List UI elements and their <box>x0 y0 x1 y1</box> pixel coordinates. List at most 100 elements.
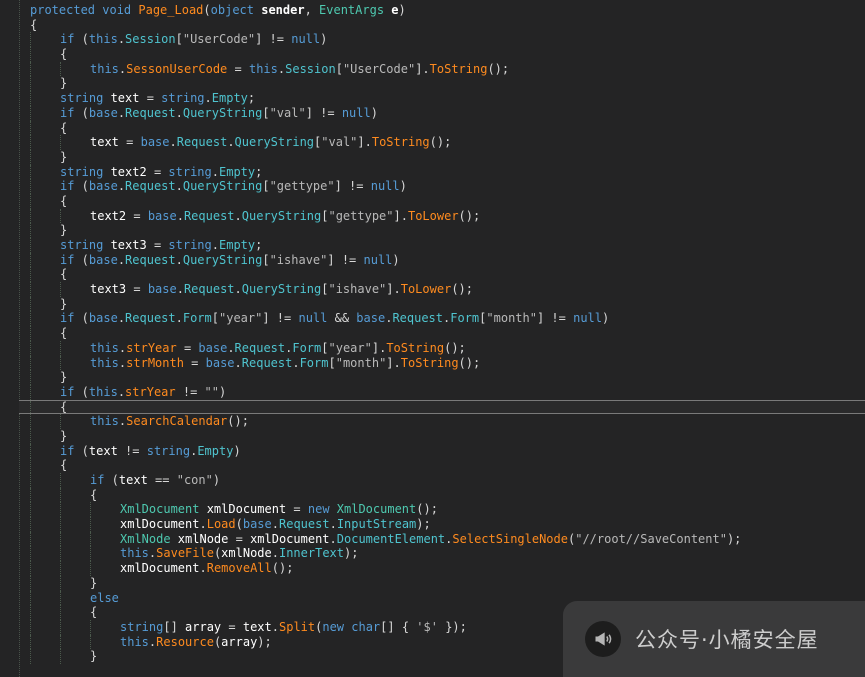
code-line[interactable]: this.SearchCalendar(); <box>19 414 865 429</box>
token-pn: { <box>30 18 37 32</box>
watermark-badge: 公众号·小橘安全屋 <box>563 601 865 677</box>
code-line[interactable]: if (text != string.Empty) <box>19 444 865 459</box>
code-line[interactable]: if (base.Request.QueryString["gettype"] … <box>19 179 865 194</box>
token-pn: { <box>60 400 67 414</box>
token-pn: (); <box>416 502 438 516</box>
token-pn: . <box>272 517 279 531</box>
token-pn: [ <box>262 106 269 120</box>
code-line[interactable]: protected void Page_Load(object sender, … <box>19 3 865 18</box>
current-code-line[interactable]: { <box>19 400 865 415</box>
code-area[interactable]: protected void Page_Load(object sender, … <box>19 3 865 664</box>
code-line[interactable]: { <box>19 121 865 136</box>
code-line[interactable]: } <box>19 150 865 165</box>
code-line[interactable]: } <box>19 576 865 591</box>
token-pr: Session <box>285 62 336 76</box>
code-line[interactable]: } <box>19 297 865 312</box>
code-line[interactable]: { <box>19 47 865 62</box>
token-lo: text <box>103 91 139 105</box>
token-kw: if <box>60 253 74 267</box>
indent-guide <box>60 591 90 606</box>
token-pn: . <box>212 238 219 252</box>
indent-guide <box>30 517 60 532</box>
token-pn: . <box>176 253 183 267</box>
token-me: RemoveAll <box>207 561 272 575</box>
code-line[interactable]: } <box>19 223 865 238</box>
code-line[interactable]: this.strYear = base.Request.Form["year"]… <box>19 341 865 356</box>
code-line[interactable]: } <box>19 429 865 444</box>
code-line[interactable]: } <box>19 76 865 91</box>
token-pr: Form <box>450 311 479 325</box>
indent-guide <box>30 62 60 77</box>
token-pn: ] != <box>327 253 363 267</box>
token-pn: . <box>176 106 183 120</box>
token-pr: InputStream <box>337 517 416 531</box>
indent-guide <box>30 532 60 547</box>
code-editor: protected void Page_Load(object sender, … <box>0 0 865 677</box>
code-line[interactable]: xmlDocument.Load(base.Request.InputStrea… <box>19 517 865 532</box>
token-pn: . <box>235 209 242 223</box>
token-st: "UserCode" <box>183 32 255 46</box>
token-ty: XmlDocument <box>120 502 199 516</box>
token-pn: [ <box>336 62 343 76</box>
code-line[interactable]: this.SessonUserCode = this.Session["User… <box>19 62 865 77</box>
code-line[interactable]: string text = string.Empty; <box>19 91 865 106</box>
code-line[interactable]: if (base.Request.Form["year"] != null &&… <box>19 311 865 326</box>
code-line[interactable]: { <box>19 326 865 341</box>
code-line[interactable]: xmlDocument.RemoveAll(); <box>19 561 865 576</box>
token-lo: xmlDocument <box>120 517 199 531</box>
token-pn: { <box>60 326 67 340</box>
token-st: "year" <box>329 341 372 355</box>
code-line[interactable]: if (text == "con") <box>19 473 865 488</box>
token-kw: this <box>90 356 119 370</box>
code-line[interactable]: text3 = base.Request.QueryString["ishave… <box>19 282 865 297</box>
indent-guide <box>30 267 60 282</box>
token-pn: ) <box>392 253 399 267</box>
token-pn: = <box>147 238 169 252</box>
code-line[interactable]: if (base.Request.QueryString["val"] != n… <box>19 106 865 121</box>
code-line[interactable]: { <box>19 267 865 282</box>
code-line[interactable]: text2 = base.Request.QueryString["gettyp… <box>19 209 865 224</box>
token-fi: strMonth <box>126 356 184 370</box>
code-line[interactable]: text = base.Request.QueryString["val"].T… <box>19 135 865 150</box>
code-line[interactable]: this.SaveFile(xmlNode.InnerText); <box>19 546 865 561</box>
code-line[interactable]: XmlNode xmlNode = xmlDocument.DocumentEl… <box>19 532 865 547</box>
code-line[interactable]: { <box>19 458 865 473</box>
code-line[interactable]: if (this.Session["UserCode"] != null) <box>19 32 865 47</box>
code-line[interactable]: XmlDocument xmlDocument = new XmlDocumen… <box>19 502 865 517</box>
indent-guide <box>60 488 90 503</box>
code-line[interactable]: string text2 = string.Empty; <box>19 165 865 180</box>
code-line[interactable]: if (this.strYear != "") <box>19 385 865 400</box>
indent-guide <box>60 62 90 77</box>
token-me: ToString <box>430 62 488 76</box>
code-line[interactable]: if (base.Request.QueryString["ishave"] !… <box>19 253 865 268</box>
token-pn: ); <box>727 532 741 546</box>
code-line[interactable]: { <box>19 488 865 503</box>
token-kw: this <box>90 62 119 76</box>
indent-guide <box>30 341 60 356</box>
token-pn: , <box>305 3 319 17</box>
token-pr: DocumentElement <box>337 532 445 546</box>
token-lo: text <box>243 620 272 634</box>
token-kw: base <box>89 253 118 267</box>
code-line[interactable]: } <box>19 370 865 385</box>
token-pn: = <box>147 165 169 179</box>
indent-guide <box>60 356 90 371</box>
code-line[interactable]: string text3 = string.Empty; <box>19 238 865 253</box>
token-me: SearchCalendar <box>126 414 227 428</box>
token-pn: (); <box>272 561 294 575</box>
indent-guide <box>30 165 60 180</box>
token-pr: Empty <box>197 444 233 458</box>
token-pn: ) <box>213 473 220 487</box>
token-fi: strYear <box>125 385 176 399</box>
indent-guide <box>30 47 60 62</box>
token-pa: sender <box>261 3 304 17</box>
token-pn: = <box>227 62 249 76</box>
token-pn: ( <box>74 311 88 325</box>
code-line[interactable]: { <box>19 194 865 209</box>
code-line[interactable]: { <box>19 18 865 33</box>
code-line[interactable]: this.strMonth = base.Request.Form["month… <box>19 356 865 371</box>
token-pr: Request <box>125 253 176 267</box>
token-pr: Empty <box>212 91 248 105</box>
indent-guide <box>30 458 60 473</box>
token-pn: [ <box>262 253 269 267</box>
